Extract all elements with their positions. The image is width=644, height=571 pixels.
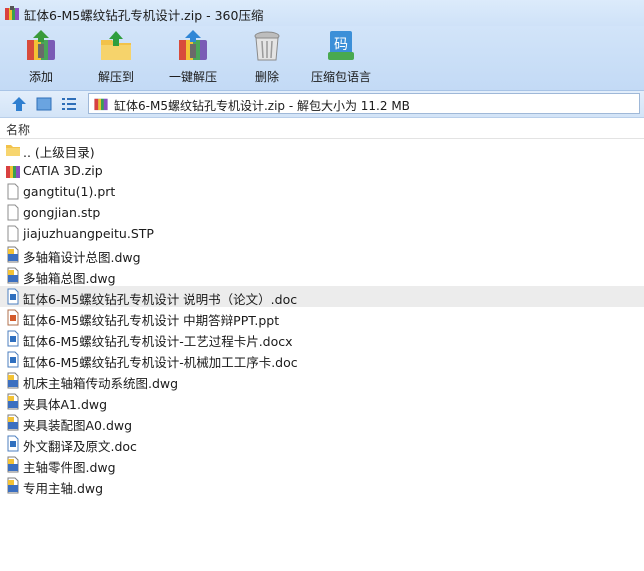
dwg-file-icon — [5, 477, 21, 494]
file-row[interactable]: gongjian.stp — [0, 202, 644, 223]
column-name-label: 名称 — [6, 123, 31, 137]
file-name: 缸体6-M5螺纹钻孔专机设计-机械加工工序卡.doc — [23, 355, 298, 370]
word-doc-icon — [5, 288, 21, 305]
dwg-file-icon — [5, 393, 21, 410]
extract-folder-icon — [101, 31, 131, 60]
archive-language-button[interactable]: 码 压缩包语言 — [308, 28, 374, 88]
blank-file-icon — [5, 225, 21, 242]
file-name: 多轴箱设计总图.dwg — [23, 250, 141, 265]
file-row[interactable]: 多轴箱总图.dwg — [0, 265, 644, 286]
blank-file-icon — [5, 183, 21, 200]
file-list: 名称 .. (上级目录) CATIA 3D.zip gangtitu(1).prt g… — [0, 118, 644, 571]
svg-text:码: 码 — [334, 37, 348, 53]
window-title: 缸体6-M5螺纹钻孔专机设计.zip - 360压缩 — [24, 8, 264, 23]
file-name: 夹具体A1.dwg — [23, 397, 108, 412]
dwg-file-icon — [5, 414, 21, 431]
file-name: 主轴零件图.dwg — [23, 460, 116, 475]
view-list-icon[interactable] — [60, 95, 78, 113]
file-row[interactable]: 机床主轴箱传动系统图.dwg — [0, 370, 644, 391]
file-name: 专用主轴.dwg — [23, 481, 104, 496]
file-name: 缸体6-M5螺纹钻孔专机设计 说明书（论文）.doc — [23, 292, 298, 307]
view-large-icon[interactable] — [35, 95, 53, 113]
file-name: gongjian.stp — [23, 205, 101, 220]
file-name: 缸体6-M5螺纹钻孔专机设计-工艺过程卡片.docx — [23, 334, 293, 349]
file-name: 多轴箱总图.dwg — [23, 271, 116, 286]
one-click-extract-button[interactable]: 一键解压 — [164, 28, 222, 88]
language-icon: 码 — [328, 31, 354, 60]
file-row[interactable]: 专用主轴.dwg — [0, 475, 644, 496]
zip-archive-icon — [94, 98, 108, 111]
file-name: 外文翻译及原文.doc — [23, 439, 137, 454]
add-label: 添加 — [28, 70, 53, 84]
quick-extract-icon — [179, 30, 207, 60]
add-button[interactable]: 添加 — [18, 28, 64, 88]
file-name: CATIA 3D.zip — [23, 163, 103, 178]
file-row[interactable]: gangtitu(1).prt — [0, 181, 644, 202]
title-bar: 缸体6-M5螺纹钻孔专机设计.zip - 360压缩 — [0, 0, 644, 26]
delete-label: 删除 — [254, 70, 279, 84]
word-doc-icon — [5, 435, 21, 452]
file-row[interactable]: 缸体6-M5螺纹钻孔专机设计-机械加工工序卡.doc — [0, 349, 644, 370]
folder-icon — [5, 141, 21, 158]
column-header-name[interactable]: 名称 — [0, 118, 644, 139]
zip-archive-icon — [5, 6, 19, 20]
delete-button[interactable]: 删除 — [248, 28, 286, 88]
toolbar: 添加 解压到 一键解压 删除 码 压缩包语言 — [0, 26, 644, 91]
file-row[interactable]: 主轴零件图.dwg — [0, 454, 644, 475]
address-bar: 缸体6-M5螺纹钻孔专机设计.zip - 解包大小为 11.2 MB — [0, 91, 644, 118]
file-name: 机床主轴箱传动系统图.dwg — [23, 376, 179, 391]
file-row[interactable]: 外文翻译及原文.doc — [0, 433, 644, 454]
word-doc-icon — [5, 351, 21, 368]
file-row[interactable]: 缸体6-M5螺纹钻孔专机设计 中期答辩PPT.ppt — [0, 307, 644, 328]
file-row[interactable]: 夹具体A1.dwg — [0, 391, 644, 412]
file-name: .. (上级目录) — [23, 145, 95, 160]
blank-file-icon — [5, 204, 21, 221]
file-name: 夹具装配图A0.dwg — [23, 418, 133, 433]
extract-to-button[interactable]: 解压到 — [90, 28, 142, 88]
ppt-file-icon — [5, 309, 21, 326]
file-name: jiajuzhuangpeitu.STP — [23, 226, 154, 241]
dwg-file-icon — [5, 246, 21, 263]
address-text: 缸体6-M5螺纹钻孔专机设计.zip - 解包大小为 11.2 MB — [114, 99, 410, 113]
up-arrow-icon[interactable] — [10, 95, 28, 113]
zip-archive-icon — [5, 162, 21, 179]
file-name: gangtitu(1).prt — [23, 184, 116, 199]
dwg-file-icon — [5, 267, 21, 284]
trash-bin-icon — [254, 31, 280, 61]
address-field[interactable]: 缸体6-M5螺纹钻孔专机设计.zip - 解包大小为 11.2 MB — [88, 93, 640, 114]
file-row[interactable]: CATIA 3D.zip — [0, 160, 644, 181]
file-name: 缸体6-M5螺纹钻孔专机设计 中期答辩PPT.ppt — [23, 313, 280, 328]
word-doc-icon — [5, 330, 21, 347]
dwg-file-icon — [5, 456, 21, 473]
extract-to-label: 解压到 — [97, 70, 134, 84]
file-row[interactable]: 夹具装配图A0.dwg — [0, 412, 644, 433]
archive-language-label: 压缩包语言 — [310, 70, 371, 84]
file-row[interactable]: 多轴箱设计总图.dwg — [0, 244, 644, 265]
file-row[interactable]: 缸体6-M5螺纹钻孔专机设计-工艺过程卡片.docx — [0, 328, 644, 349]
add-archive-icon — [27, 30, 55, 60]
file-row[interactable]: jiajuzhuangpeitu.STP — [0, 223, 644, 244]
one-click-extract-label: 一键解压 — [168, 70, 217, 84]
file-row[interactable]: .. (上级目录) — [0, 139, 644, 160]
dwg-file-icon — [5, 372, 21, 389]
file-row[interactable]: 缸体6-M5螺纹钻孔专机设计 说明书（论文）.doc — [0, 286, 644, 307]
